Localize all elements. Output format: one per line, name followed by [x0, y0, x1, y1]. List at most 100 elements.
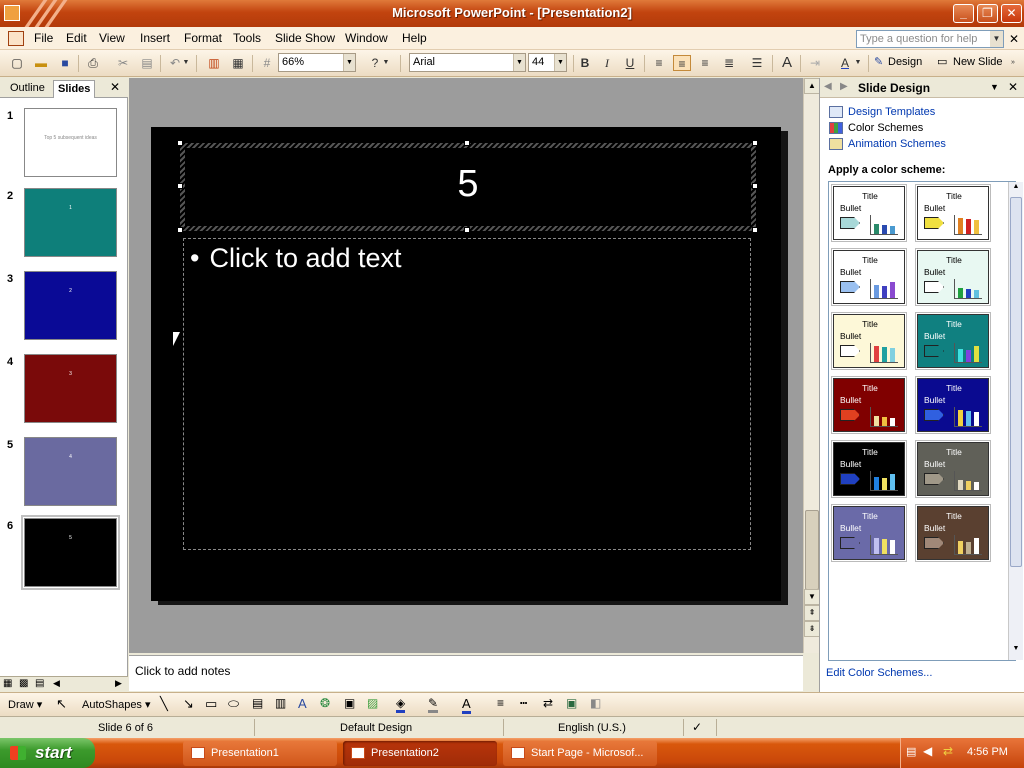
diagram-icon[interactable]: A — [298, 696, 307, 711]
slideshow-view-icon[interactable]: ▤ — [35, 678, 44, 689]
line-icon[interactable]: ╲ — [160, 696, 168, 712]
underline-icon[interactable]: U — [621, 55, 639, 71]
color-scheme-option[interactable]: Title Bullet — [831, 184, 907, 242]
clipart-icon[interactable]: ❂ — [320, 696, 330, 710]
sorter-view-icon[interactable]: ▩ — [19, 678, 28, 689]
new-slide-button[interactable]: ▭ New Slide — [937, 55, 1003, 72]
resize-handle[interactable] — [752, 183, 758, 189]
ask-question-input[interactable]: Type a question for help ▼ — [856, 30, 1004, 48]
slide-thumbnail-2[interactable]: 1 — [24, 188, 117, 257]
scroll-thumb[interactable] — [1010, 197, 1022, 567]
slide-thumbnail-3[interactable]: 2 — [24, 271, 117, 340]
resize-handle[interactable] — [177, 183, 183, 189]
taskbar-button[interactable]: Start Page - Microsof... — [503, 741, 657, 766]
3d-style-icon[interactable]: ◧ — [590, 696, 601, 710]
save-icon[interactable]: ■ — [56, 55, 74, 71]
align-center-icon[interactable]: ≡ — [673, 55, 691, 71]
toolbar-options-icon[interactable]: » — [1008, 55, 1018, 71]
shadow-style-icon[interactable]: ▣ — [566, 696, 577, 710]
minimize-button[interactable]: _ — [953, 4, 974, 23]
menu-edit[interactable]: Edit — [66, 31, 87, 45]
maximize-button[interactable]: ❐ — [977, 4, 998, 23]
scroll-thumb[interactable] — [805, 510, 819, 590]
animation-schemes-link[interactable]: Animation Schemes — [848, 138, 946, 150]
bold-icon[interactable]: B — [576, 55, 594, 71]
menu-file[interactable]: File — [34, 31, 53, 45]
design-button[interactable]: ✎ Design — [874, 55, 922, 72]
select-pointer-icon[interactable]: ↖ — [56, 696, 67, 712]
align-right-icon[interactable]: ≡ — [696, 55, 714, 71]
body-placeholder-text[interactable]: • Click to add text — [190, 243, 402, 274]
scroll-up-icon[interactable]: ▲ — [804, 78, 820, 94]
insert-table-icon[interactable]: ▦ — [229, 55, 247, 71]
menu-help[interactable]: Help — [402, 31, 427, 45]
textbox-icon[interactable]: ▤ — [252, 696, 263, 710]
align-left-icon[interactable]: ≡ — [650, 55, 668, 71]
zoom-select[interactable]: 66% ▼ — [278, 53, 356, 72]
menu-view[interactable]: View — [99, 31, 125, 45]
body-placeholder[interactable] — [183, 238, 751, 550]
menu-format[interactable]: Format — [184, 31, 222, 45]
color-scheme-option[interactable]: Title Bullet — [915, 248, 991, 306]
scroll-right-icon[interactable]: ▶ — [115, 678, 122, 689]
scroll-down-icon[interactable]: ▼ — [804, 589, 820, 605]
color-schemes-link[interactable]: Color Schemes — [848, 122, 923, 134]
resize-handle[interactable] — [752, 227, 758, 233]
font-select[interactable]: Arial ▼ — [409, 53, 526, 72]
paste-icon[interactable]: ▤ — [138, 55, 156, 71]
justify-icon[interactable]: ≣ — [720, 55, 738, 71]
menu-window[interactable]: Window — [345, 31, 388, 45]
taskbar-button[interactable]: Presentation2 — [343, 741, 497, 766]
color-scheme-option[interactable]: Title Bullet — [915, 440, 991, 498]
scroll-left-icon[interactable]: ◀ — [53, 678, 60, 689]
scheme-scrollbar[interactable]: ▲ ▼ — [1008, 182, 1023, 660]
chevron-down-icon[interactable]: ▼ — [990, 31, 1003, 47]
color-scheme-option[interactable]: Title Bullet — [831, 504, 907, 562]
spelling-icon[interactable]: ✓ — [692, 720, 702, 734]
new-file-icon[interactable]: ▢ — [8, 55, 26, 71]
open-folder-icon[interactable]: ▬ — [32, 55, 50, 71]
color-scheme-option[interactable]: Title Bullet — [831, 312, 907, 370]
dash-style-icon[interactable]: ┅ — [520, 696, 527, 710]
image-icon[interactable]: ▨ — [367, 696, 378, 710]
italic-icon[interactable]: I — [598, 55, 616, 71]
line-style-icon[interactable]: ≡ — [497, 696, 504, 710]
color-scheme-option[interactable]: Title Bullet — [831, 376, 907, 434]
indent-icon[interactable]: ⇥ — [806, 55, 824, 71]
scroll-up-icon[interactable]: ▲ — [1010, 183, 1022, 195]
task-pane-menu-icon[interactable]: ▼ — [990, 82, 999, 92]
fill-color-icon[interactable]: ◈ — [396, 696, 406, 713]
start-button[interactable]: start — [0, 738, 95, 768]
font-color-dropdown-icon[interactable]: ▼ — [854, 55, 862, 71]
normal-view-icon[interactable]: ▦ — [3, 678, 12, 689]
forward-icon[interactable]: ▶ — [840, 81, 848, 92]
undo-dropdown-icon[interactable]: ▼ — [182, 55, 190, 71]
font-size-select[interactable]: 44 ▼ — [528, 53, 567, 72]
slide-thumbnail-5[interactable]: 4 — [24, 437, 117, 506]
tray-keyboard-icon[interactable]: ▤ — [906, 745, 916, 758]
arrow-style-icon[interactable]: ⇄ — [543, 696, 553, 710]
font-color-icon[interactable]: A — [836, 55, 854, 71]
resize-handle[interactable] — [464, 227, 470, 233]
vertical-scrollbar[interactable]: ▲ ▼ ⇞ ⇟ — [803, 78, 820, 653]
font-color-icon[interactable]: A — [462, 696, 471, 714]
insert-chart-icon[interactable]: ▥ — [205, 55, 223, 71]
show-grid-icon[interactable]: # — [258, 55, 276, 71]
draw-menu[interactable]: Draw ▾ — [8, 698, 42, 711]
color-scheme-option[interactable]: Title Bullet — [831, 248, 907, 306]
resize-handle[interactable] — [177, 140, 183, 146]
color-scheme-option[interactable]: Title Bullet — [915, 376, 991, 434]
next-slide-icon[interactable]: ⇟ — [804, 621, 820, 637]
print-icon[interactable]: ⎙ — [84, 55, 102, 71]
edit-color-schemes-link[interactable]: Edit Color Schemes... — [826, 667, 932, 679]
cut-icon[interactable]: ✂ — [114, 55, 132, 71]
taskbar-button[interactable]: Presentation1 — [183, 741, 337, 766]
slide-thumbnail-4[interactable]: 3 — [24, 354, 117, 423]
slide-thumbnail-6[interactable]: 5 — [21, 515, 120, 590]
resize-handle[interactable] — [464, 140, 470, 146]
wordart-icon[interactable]: ▥ — [275, 696, 286, 710]
rectangle-icon[interactable]: ▭ — [205, 696, 217, 712]
resize-handle[interactable] — [752, 140, 758, 146]
task-pane-close-icon[interactable]: ✕ — [1008, 80, 1018, 94]
close-button[interactable]: ✕ — [1001, 4, 1022, 23]
